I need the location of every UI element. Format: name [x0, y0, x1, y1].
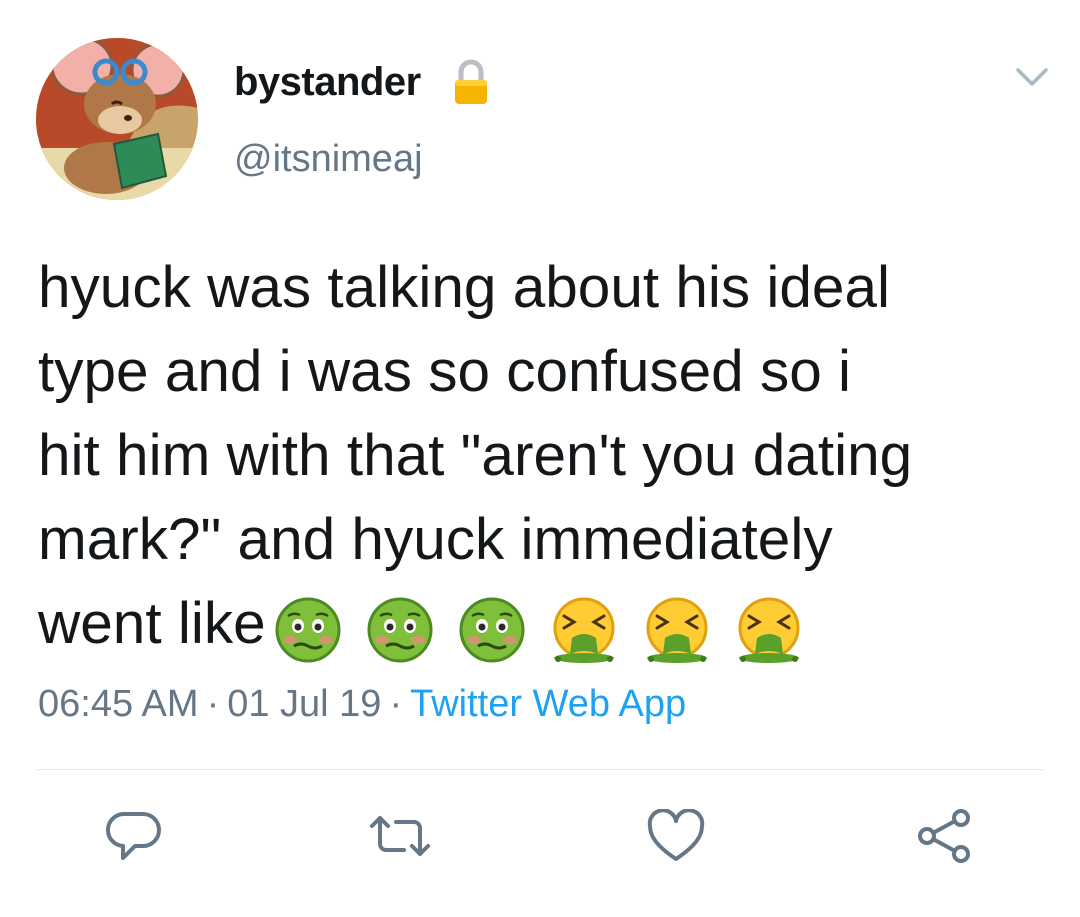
tweet-text-line: went like	[38, 591, 266, 656]
reply-icon	[105, 808, 163, 868]
share-icon	[915, 808, 973, 868]
tweet-text-line: hyuck was talking about his ideal	[38, 255, 890, 320]
vomiting-face-emoji-icon	[643, 596, 711, 687]
emoji-row	[274, 596, 811, 687]
like-button[interactable]	[646, 808, 706, 868]
tweet-text-line: hit him with that "aren't you dating	[38, 423, 913, 488]
tweet-date[interactable]: 01 Jul 19	[227, 683, 381, 725]
divider	[36, 769, 1044, 770]
tweet-time[interactable]: 06:45 AM	[38, 683, 199, 725]
tweet-text-line-last: went like	[38, 582, 1048, 666]
user-handle[interactable]: @itsnimeaj	[234, 136, 423, 182]
meta-separator: ·	[206, 683, 220, 725]
tweet-meta: 06:45 AM · 01 Jul 19 · Twitter Web App	[38, 681, 686, 727]
chevron-down-icon[interactable]	[1014, 66, 1050, 94]
tweet-text: hyuck was talking about his ideal type a…	[38, 246, 1048, 666]
nauseated-face-emoji-icon	[458, 596, 526, 687]
vomiting-face-emoji-icon	[735, 596, 803, 687]
reply-button[interactable]	[104, 808, 164, 868]
tweet-source-link[interactable]: Twitter Web App	[410, 683, 686, 725]
heart-icon	[647, 808, 705, 867]
nauseated-face-emoji-icon	[366, 596, 434, 687]
avatar[interactable]	[36, 38, 198, 200]
nauseated-face-emoji-icon	[274, 596, 342, 687]
tweet-text-line: type and i was so confused so i	[38, 339, 851, 404]
retweet-button[interactable]	[370, 808, 430, 868]
display-name[interactable]: bystander	[234, 58, 421, 106]
lock-icon	[453, 58, 489, 110]
share-button[interactable]	[914, 808, 974, 868]
vomiting-face-emoji-icon	[550, 596, 618, 687]
meta-separator: ·	[389, 683, 403, 725]
tweet-text-line: mark?" and hyuck immediately	[38, 507, 833, 572]
retweet-icon	[368, 812, 432, 864]
